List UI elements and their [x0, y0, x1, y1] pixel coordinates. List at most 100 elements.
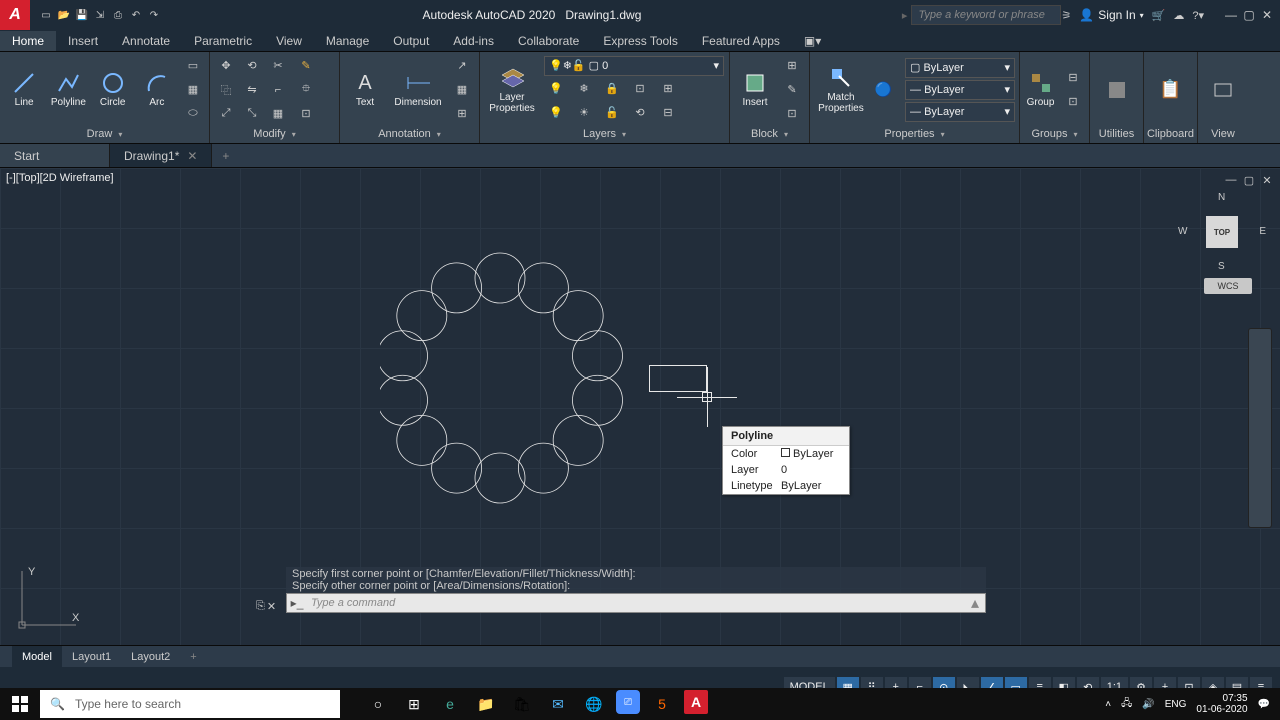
lineweight-dropdown[interactable]: — ByLayer▾ — [905, 80, 1015, 100]
layer-freeze-icon[interactable]: ❄ — [572, 78, 596, 100]
text-button[interactable]: AText — [344, 60, 386, 120]
layer-properties-button[interactable]: Layer Properties — [484, 60, 540, 120]
layer-dropdown[interactable]: 💡❄🔓 ▢ 0▾ — [544, 56, 724, 76]
panel-utilities[interactable]: Utilities — [1090, 52, 1144, 143]
cmd-recent-icon[interactable]: ⎘ — [256, 600, 265, 613]
minimize-button[interactable]: — — [1222, 6, 1240, 24]
insert-block-button[interactable]: Insert — [734, 60, 776, 120]
linetype-dropdown[interactable]: — ByLayer▾ — [905, 102, 1015, 122]
fillet-icon[interactable]: ⌐ — [266, 79, 290, 101]
layout-model[interactable]: Model — [12, 646, 62, 667]
rectangle-icon[interactable]: ▭ — [181, 55, 205, 77]
layer-thaw-icon[interactable]: ☀ — [572, 102, 596, 124]
panel-modify-title[interactable]: Modify — [214, 125, 335, 143]
command-expand-icon[interactable]: ▴ — [965, 593, 985, 613]
layer-iso-icon[interactable]: ⊞ — [656, 78, 680, 100]
panel-annotation-title[interactable]: Annotation — [344, 125, 475, 143]
mirror-icon[interactable]: ⇋ — [240, 79, 264, 101]
layer-lock-icon[interactable]: 🔒 — [600, 78, 624, 100]
edge-icon[interactable]: e — [436, 690, 464, 718]
tab-insert[interactable]: Insert — [56, 31, 110, 51]
navigation-bar[interactable] — [1248, 328, 1272, 528]
drawing-viewport[interactable]: [-][Top][2D Wireframe] — ▢ ✕ N E S W TOP… — [0, 168, 1280, 645]
layer-states-icon[interactable]: ⊟ — [656, 102, 680, 124]
cmd-close-icon[interactable]: ✕ — [267, 600, 276, 613]
panel-draw-title[interactable]: Draw — [4, 125, 205, 143]
taskbar-search[interactable]: 🔍 Type here to search — [40, 690, 340, 718]
tab-output[interactable]: Output — [381, 31, 441, 51]
tray-lang[interactable]: ENG — [1165, 699, 1187, 710]
scale-icon[interactable]: ⤡ — [240, 103, 264, 125]
qat-plot-icon[interactable]: ⎙ — [110, 7, 126, 23]
arc-button[interactable]: Arc — [137, 60, 177, 120]
tray-clock[interactable]: 07:35 01-06-2020 — [1196, 693, 1247, 715]
taskview-icon[interactable]: ⊞ — [400, 690, 428, 718]
panel-layers-title[interactable]: Layers — [484, 125, 725, 143]
vp-minimize-icon[interactable]: — — [1224, 174, 1238, 188]
chrome-icon[interactable]: 🌐 — [580, 690, 608, 718]
compass-n[interactable]: N — [1218, 192, 1225, 203]
qat-new-icon[interactable]: ▭ — [38, 7, 54, 23]
cube-top-face[interactable]: TOP — [1206, 216, 1238, 248]
tray-notifications-icon[interactable]: 💬 — [1258, 699, 1270, 710]
tab-home[interactable]: Home — [0, 31, 56, 51]
layer-match-icon[interactable]: ⊡ — [628, 78, 652, 100]
app-icon[interactable]: 5 — [648, 690, 676, 718]
tab-collaborate[interactable]: Collaborate — [506, 31, 591, 51]
array-icon[interactable]: ▦ — [266, 103, 290, 125]
table-icon[interactable]: ▦ — [450, 79, 474, 101]
panel-clipboard[interactable]: 📋 Clipboard — [1144, 52, 1198, 143]
tray-chevron-icon[interactable]: ˄ — [1105, 699, 1111, 710]
qat-redo-icon[interactable]: ↷ — [146, 7, 162, 23]
leader-icon[interactable]: ↗ — [450, 55, 474, 77]
qat-undo-icon[interactable]: ↶ — [128, 7, 144, 23]
sign-in-button[interactable]: 👤 Sign In ▾ — [1079, 8, 1143, 22]
tab-addins[interactable]: Add-ins — [441, 31, 506, 51]
layer-on-icon[interactable]: 💡 — [544, 102, 568, 124]
vp-maximize-icon[interactable]: ▢ — [1242, 174, 1256, 188]
app-logo[interactable]: A — [0, 0, 30, 30]
block-attr-icon[interactable]: ⊡ — [780, 103, 804, 125]
panel-block-title[interactable]: Block — [734, 125, 805, 143]
autocad-taskbar-icon[interactable]: A — [684, 690, 708, 714]
help-icon[interactable]: ?▾ — [1192, 9, 1204, 22]
start-button[interactable] — [0, 688, 40, 720]
panel-groups-title[interactable]: Groups — [1024, 125, 1085, 143]
qat-open-icon[interactable]: 📂 — [56, 7, 72, 23]
move-icon[interactable]: ✥ — [214, 55, 238, 77]
stretch-icon[interactable]: ⤢ — [214, 103, 238, 125]
hatch-icon[interactable]: ▦ — [181, 79, 205, 101]
view-cube[interactable]: N E S W TOP — [1182, 192, 1262, 272]
offset-icon[interactable]: ⊡ — [294, 103, 318, 125]
layer-prev-icon[interactable]: ⟲ — [628, 102, 652, 124]
close-button[interactable]: ✕ — [1258, 6, 1276, 24]
tab-annotate[interactable]: Annotate — [110, 31, 182, 51]
compass-s[interactable]: S — [1218, 261, 1225, 272]
wcs-badge[interactable]: WCS — [1204, 278, 1252, 294]
trim-icon[interactable]: ✂ — [266, 55, 290, 77]
explode-icon[interactable]: ⯐ — [294, 79, 318, 101]
panel-properties-title[interactable]: Properties — [814, 125, 1015, 143]
copy-icon[interactable]: ⿻ — [214, 79, 238, 101]
line-button[interactable]: Line — [4, 60, 44, 120]
explorer-icon[interactable]: 📁 — [472, 690, 500, 718]
tray-volume-icon[interactable]: 🔊 — [1142, 699, 1154, 710]
help-search-input[interactable]: Type a keyword or phrase — [911, 5, 1061, 25]
ungroup-icon[interactable]: ⊟ — [1061, 67, 1085, 89]
dimension-button[interactable]: Dimension — [390, 60, 446, 120]
qat-saveas-icon[interactable]: ⇲ — [92, 7, 108, 23]
tab-express-tools[interactable]: Express Tools — [591, 31, 689, 51]
ellipse-icon[interactable]: ⬭ — [181, 103, 205, 125]
rotate-icon[interactable]: ⟲ — [240, 55, 264, 77]
mtext-icon[interactable]: ⊞ — [450, 103, 474, 125]
zoom-icon[interactable]: ⎚ — [616, 690, 640, 714]
cloud-icon[interactable]: ☁ — [1173, 9, 1184, 22]
layer-unlock-icon[interactable]: 🔓 — [600, 102, 624, 124]
layout-add[interactable]: + — [180, 646, 206, 667]
block-edit-icon[interactable]: ✎ — [780, 79, 804, 101]
doctab-close-icon[interactable]: ✕ — [187, 149, 197, 163]
tab-view[interactable]: View — [264, 31, 314, 51]
maximize-button[interactable]: ▢ — [1240, 6, 1258, 24]
doctab-start[interactable]: Start — [0, 144, 110, 167]
group-edit-icon[interactable]: ⊡ — [1061, 91, 1085, 113]
